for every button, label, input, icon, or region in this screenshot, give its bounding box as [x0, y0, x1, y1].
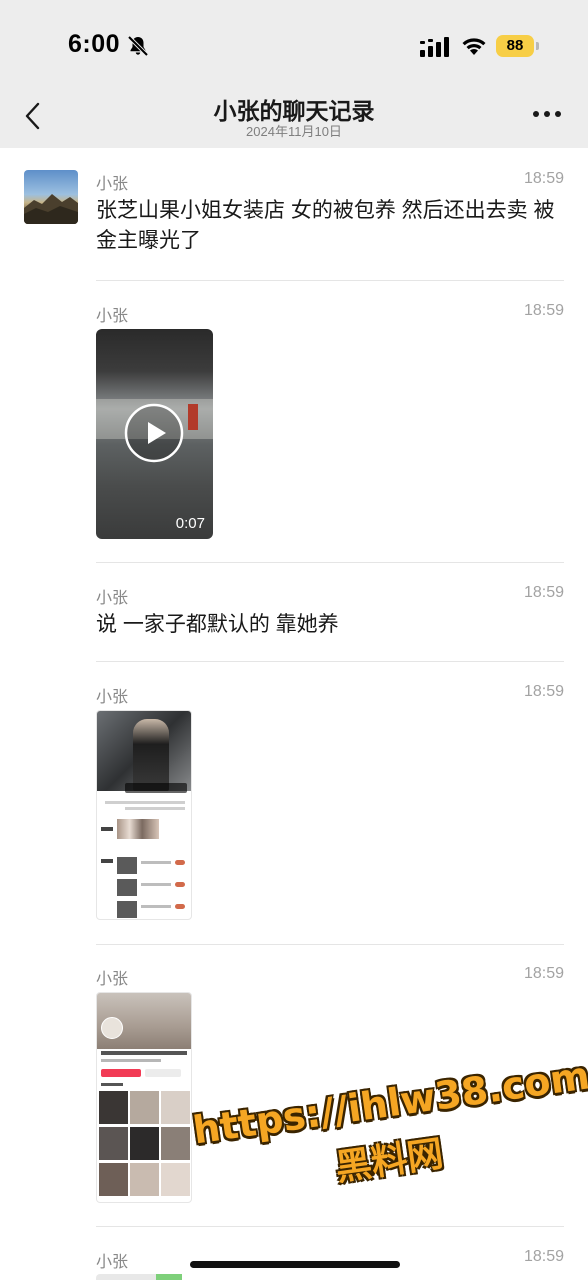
chat-history-page: 6:00 88 小张的聊天记录 2024年11月10日 小张 18:59 张芝山…	[0, 0, 588, 1280]
divider	[96, 944, 564, 945]
sender-name: 小张	[96, 1254, 129, 1271]
photo-label	[101, 827, 113, 831]
photo-row-emoji	[175, 860, 185, 865]
sender-name: 小张	[96, 176, 129, 193]
message-text: 说 一家子都默认的 靠她养	[96, 613, 339, 636]
photo-stats	[101, 1051, 187, 1055]
nav-header: 小张的聊天记录 2024年11月10日	[0, 92, 588, 148]
photo-person	[133, 719, 169, 791]
divider	[96, 562, 564, 563]
photo-tab	[101, 1083, 123, 1086]
message-time: 18:59	[523, 302, 564, 319]
photo-text-line	[105, 801, 185, 804]
status-bar: 6:00 88	[0, 0, 588, 92]
wifi-icon	[462, 38, 486, 55]
message-item: 小张 18:59	[96, 683, 564, 713]
photo-text-line	[125, 807, 185, 810]
message-time: 18:59	[523, 584, 564, 601]
message-time: 18:59	[523, 965, 564, 982]
more-icon[interactable]	[530, 106, 564, 122]
photo-grid-cell	[161, 1163, 190, 1196]
photo-avatar	[101, 1017, 123, 1039]
message-item: 小张 18:59	[96, 302, 564, 332]
photo-grid-cell	[99, 1091, 128, 1124]
divider	[96, 661, 564, 662]
sender-name: 小张	[96, 308, 129, 325]
photo-button-red	[101, 1069, 141, 1077]
image-thumbnail[interactable]	[96, 992, 192, 1203]
video-frame-sign	[188, 404, 198, 430]
sender-name: 小张	[96, 971, 129, 988]
play-icon[interactable]	[124, 403, 184, 463]
photo-button-grey	[145, 1069, 181, 1077]
photo-grid-cell	[130, 1091, 159, 1124]
sender-name: 小张	[96, 689, 129, 706]
signal-icon	[420, 37, 449, 57]
message-item: 小张 18:59	[96, 965, 564, 995]
divider	[96, 1226, 564, 1227]
status-time: 6:00	[68, 30, 121, 58]
watermark: https://ihlw38.com 黑料网	[190, 1053, 588, 1218]
video-thumbnail[interactable]: 0:07	[96, 329, 213, 539]
photo-row-thumb	[117, 901, 137, 918]
photo-row-thumb	[117, 857, 137, 874]
photo-grid-cell	[161, 1091, 190, 1124]
divider	[96, 280, 564, 281]
photo-row-text	[141, 861, 171, 864]
photo-grid-cell	[161, 1127, 190, 1160]
watermark-site-name: 黑料网	[333, 1133, 446, 1190]
message-time: 18:59	[523, 170, 564, 187]
video-duration: 0:07	[175, 515, 205, 532]
image-thumbnail[interactable]	[96, 710, 192, 920]
photo-thumbnails	[117, 819, 159, 839]
message-item[interactable]: 小张 18:59 说 一家子都默认的 靠她养	[96, 584, 564, 644]
home-indicator[interactable]	[190, 1261, 400, 1268]
photo-grid-cell	[130, 1163, 159, 1196]
battery-nub	[536, 42, 539, 50]
message-item[interactable]: 小张 18:59 张芝山果小姐女装店 女的被包养 然后还出去卖 被金主曝光了	[96, 170, 564, 270]
message-time: 18:59	[523, 1248, 564, 1265]
bell-slash-icon	[127, 35, 149, 57]
photo-row-emoji	[175, 904, 185, 909]
photo-grid-cell	[99, 1163, 128, 1196]
photo-peek-accent	[156, 1274, 182, 1280]
message-text: 张芝山果小姐女装店 女的被包养 然后还出去卖 被金主曝光了	[96, 199, 555, 252]
battery-indicator: 88	[496, 35, 534, 57]
mountain-photo	[24, 194, 78, 224]
photo-row-text	[141, 883, 171, 886]
photo-grid-cell	[130, 1127, 159, 1160]
sender-name: 小张	[96, 590, 129, 607]
avatar[interactable]	[24, 170, 78, 224]
photo-row-thumb	[117, 879, 137, 896]
photo-grid-cell	[99, 1127, 128, 1160]
watermark-url: https://ihlw38.com	[190, 1053, 588, 1153]
photo-label	[101, 859, 113, 863]
message-time: 18:59	[523, 683, 564, 700]
photo-row-emoji	[175, 882, 185, 887]
image-thumbnail[interactable]	[96, 1274, 182, 1280]
photo-row-text	[141, 905, 171, 908]
page-subtitle: 2024年11月10日	[246, 124, 342, 139]
photo-stats-sub	[101, 1059, 161, 1062]
photo-caption-bar	[125, 783, 187, 793]
